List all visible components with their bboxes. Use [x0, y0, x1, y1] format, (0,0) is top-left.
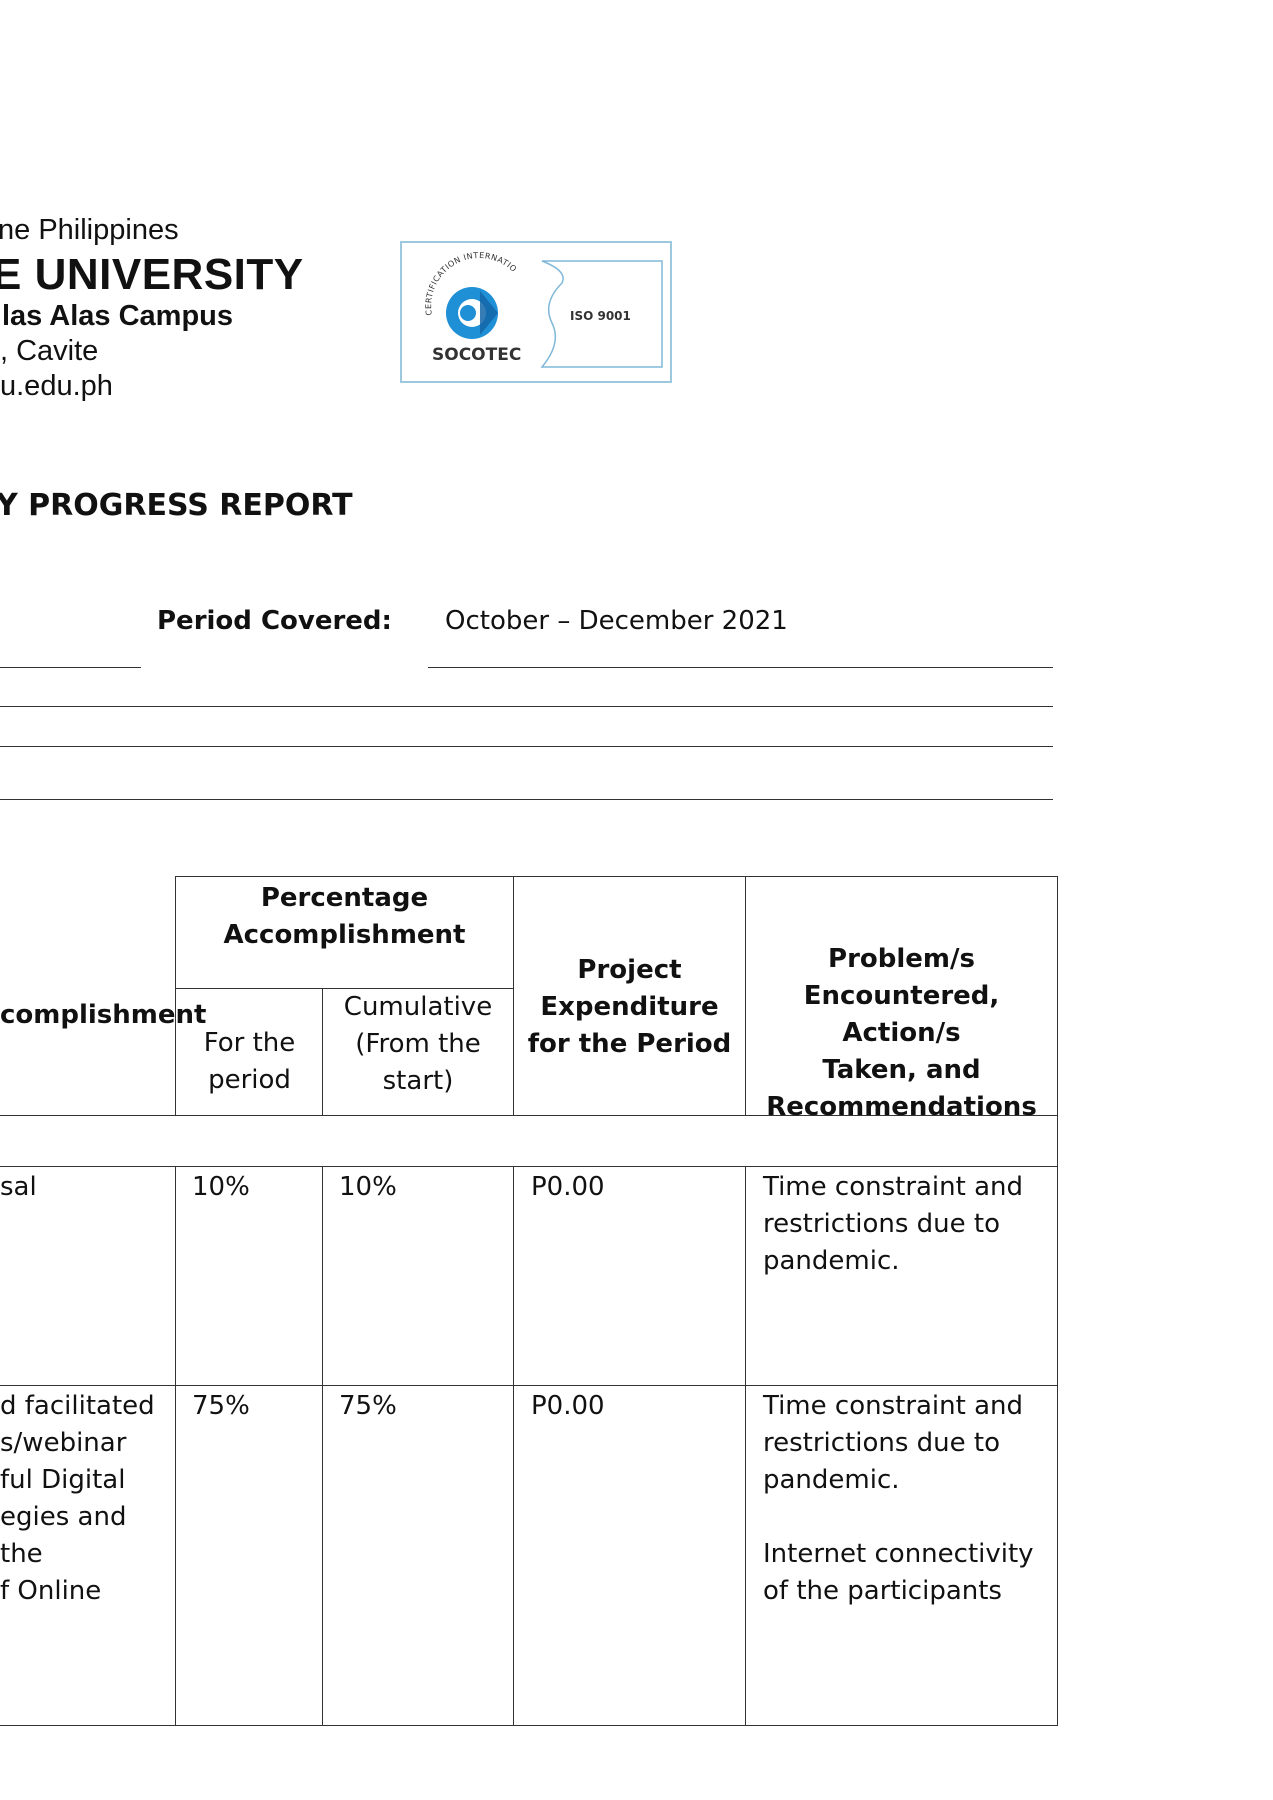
row2-problems: Time constraint and restrictions due to …	[763, 1391, 1034, 1606]
campus-location: , Cavite	[0, 335, 99, 367]
header-accomplishment: complishment	[0, 1000, 207, 1030]
form-rule	[0, 799, 1053, 800]
row1-for-the-period: 10%	[192, 1172, 250, 1202]
row1-cumulative: 10%	[339, 1172, 397, 1202]
iso-standard-label: ISO 9001	[570, 309, 631, 323]
country-line: ne Philippines	[0, 214, 179, 246]
form-rule	[428, 667, 1053, 668]
row2-expenditure: P0.00	[531, 1391, 605, 1421]
socotec-brand-label: SOCOTEC	[432, 345, 521, 365]
row1-accomplishment: sal	[0, 1172, 37, 1202]
row2-cumulative: 75%	[339, 1391, 397, 1421]
header-for-the-period: For the period	[203, 1028, 296, 1095]
period-covered-label: Period Covered:	[157, 606, 392, 636]
header-project-expenditure: Project Expenditure for the Period	[527, 955, 732, 1059]
university-name: E UNIVERSITY	[0, 250, 304, 299]
report-title: Y PROGRESS REPORT	[0, 488, 353, 523]
form-rule	[0, 746, 1053, 747]
campus-name: las Alas Campus	[2, 300, 234, 332]
row2-accomplishment: d facilitated s/webinar ful Digital egie…	[0, 1391, 155, 1606]
row1-expenditure: P0.00	[531, 1172, 605, 1202]
header-percentage-accomplishment: Percentage Accomplishment	[223, 883, 466, 950]
header-cumulative: Cumulative (From the start)	[343, 992, 493, 1096]
form-rule	[0, 706, 1053, 707]
header-problems-encountered: Problem/s Encountered, Action/s Taken, a…	[766, 944, 1037, 1122]
socotec-iso-logo: CERTIFICATION INTERNATIONAL ISO 9001 SOC…	[399, 236, 672, 383]
row1-problems: Time constraint and restrictions due to …	[763, 1172, 1024, 1276]
form-rule	[0, 667, 141, 668]
row2-for-the-period: 75%	[192, 1391, 250, 1421]
period-covered-value: October – December 2021	[445, 606, 788, 636]
university-website: u.edu.ph	[0, 370, 113, 402]
certification-seal-icon: CERTIFICATION INTERNATIONAL ISO 9001 SOC…	[399, 236, 663, 368]
